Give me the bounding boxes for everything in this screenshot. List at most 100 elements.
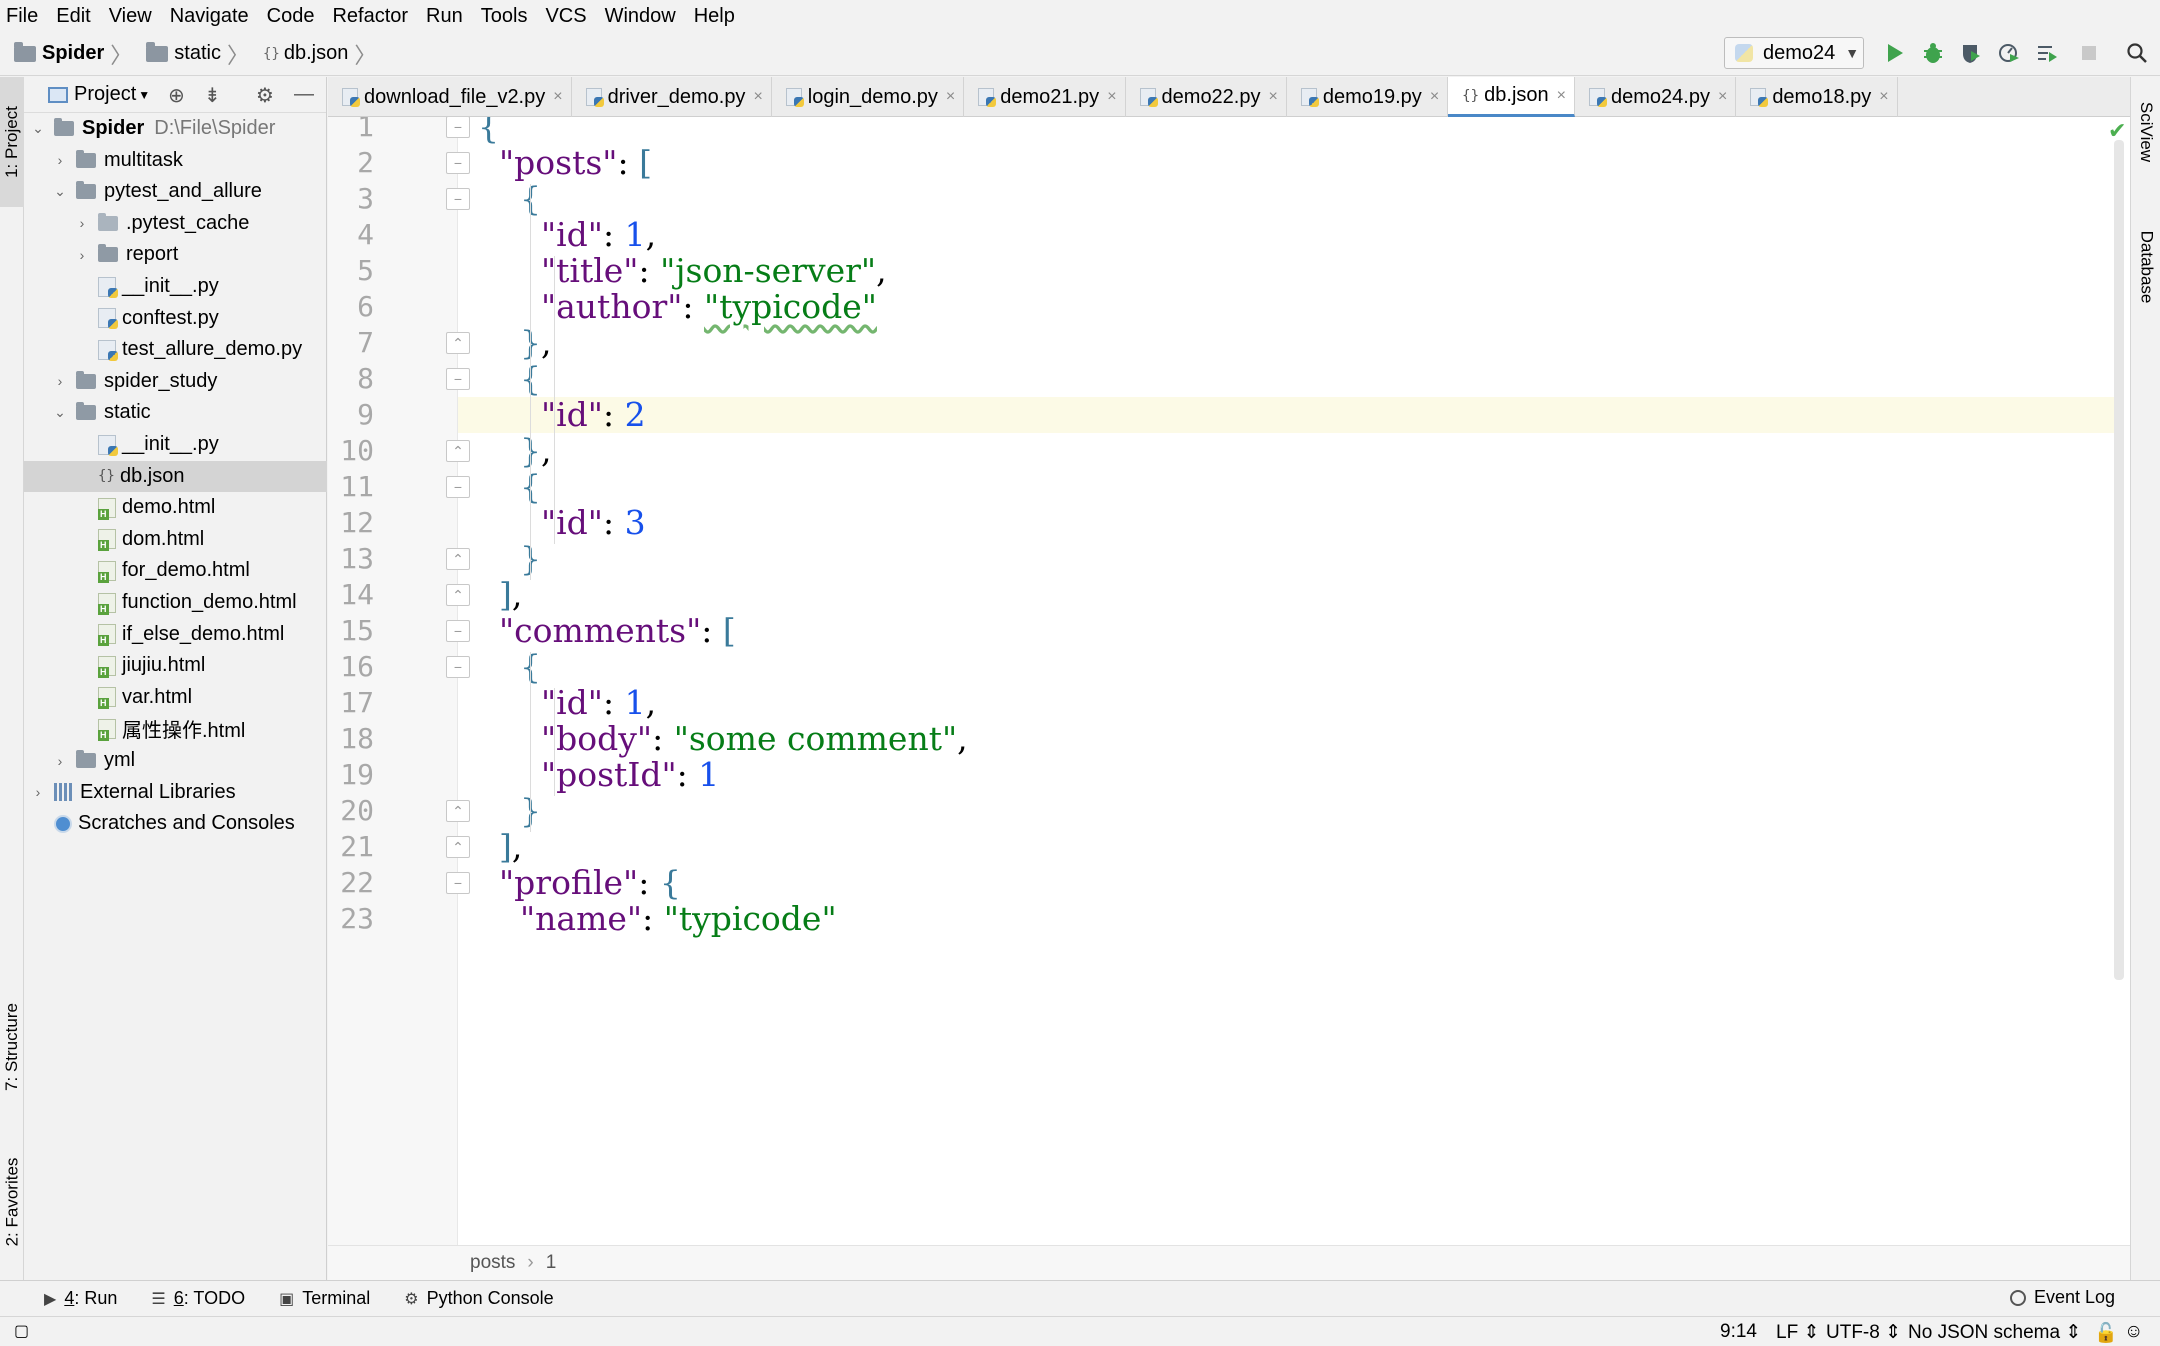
profile-icon[interactable]	[1996, 40, 2022, 66]
close-icon[interactable]: ×	[946, 88, 955, 106]
tree-item[interactable]: if_else_demo.html	[24, 619, 327, 650]
tree-item[interactable]: __init__.py	[24, 271, 327, 302]
editor-tab[interactable]: login_demo.py ×	[772, 77, 965, 117]
fold-collapse-icon[interactable]: −	[446, 368, 470, 390]
run-icon[interactable]	[1882, 40, 1908, 66]
close-icon[interactable]: ×	[1107, 88, 1116, 106]
close-icon[interactable]: ×	[1879, 88, 1888, 106]
close-icon[interactable]: ×	[1718, 88, 1727, 106]
menu-run[interactable]: Run	[426, 5, 463, 28]
inspector-icon[interactable]: ☺	[2124, 1321, 2143, 1343]
menu-window[interactable]: Window	[605, 5, 676, 28]
fold-collapse-icon[interactable]: −	[446, 117, 470, 138]
line-number[interactable]: 23	[328, 894, 374, 944]
tool-window-run[interactable]: ▶ 4: Run	[44, 1288, 117, 1309]
breadcrumb-db-json[interactable]: {} db.json 〉	[263, 38, 376, 70]
tree-item[interactable]: __init__.py	[24, 429, 327, 460]
line-separator[interactable]: LF ⇕	[1776, 1321, 1819, 1344]
editor-tab[interactable]: {} db.json ×	[1448, 77, 1575, 117]
tree-item[interactable]: 属性操作.html	[24, 713, 327, 744]
close-icon[interactable]: ×	[553, 88, 562, 106]
tree-item[interactable]: test_allure_demo.py	[24, 334, 327, 365]
breadcrumb-spider[interactable]: Spider 〉	[14, 38, 132, 70]
fold-end-icon[interactable]: ⌃	[446, 836, 470, 858]
json-schema-selector[interactable]: No JSON schema ⇕	[1908, 1321, 2081, 1344]
close-icon[interactable]: ×	[1430, 88, 1439, 106]
tool-window-terminal[interactable]: ▣ Terminal	[279, 1288, 370, 1309]
tree-item[interactable]: ⌄ static	[24, 397, 327, 428]
close-icon[interactable]: ×	[1557, 87, 1566, 105]
caret-position[interactable]: 9:14	[1720, 1321, 1757, 1343]
search-icon[interactable]	[2124, 40, 2150, 66]
coverage-icon[interactable]	[1958, 40, 1984, 66]
file-encoding[interactable]: UTF-8 ⇕	[1826, 1321, 1901, 1344]
tree-item[interactable]: › yml	[24, 745, 327, 776]
fold-end-icon[interactable]: ⌃	[446, 332, 470, 354]
tree-item[interactable]: › multitask	[24, 145, 327, 176]
chevron-down-icon[interactable]: ⌄	[52, 404, 68, 421]
menu-code[interactable]: Code	[267, 5, 315, 28]
tree-item[interactable]: › spider_study	[24, 366, 327, 397]
editor-tab[interactable]: demo21.py ×	[964, 77, 1126, 117]
editor-breadcrumb-index[interactable]: 1	[546, 1252, 557, 1274]
hide-panel-icon[interactable]: —	[294, 83, 314, 106]
editor-tab[interactable]: demo22.py ×	[1126, 77, 1287, 117]
gear-icon[interactable]: ⚙	[256, 83, 274, 108]
tree-item[interactable]: dom.html	[24, 524, 327, 555]
menu-navigate[interactable]: Navigate	[170, 5, 249, 28]
tree-item[interactable]: for_demo.html	[24, 555, 327, 586]
chevron-down-icon[interactable]: ▼	[138, 88, 150, 102]
tree-item[interactable]: var.html	[24, 682, 327, 713]
locate-file-icon[interactable]: ⊕	[168, 83, 185, 108]
tree-item[interactable]: › External Libraries	[24, 777, 327, 808]
tree-item[interactable]: Scratches and Consoles	[24, 808, 327, 839]
tree-item[interactable]: jiujiu.html	[24, 650, 327, 681]
tool-window-todo[interactable]: ☰ 6: TODO	[151, 1288, 245, 1309]
sciview-tool-tab[interactable]: SciView	[2131, 77, 2160, 187]
structure-tool-tab[interactable]: 7: Structure	[0, 977, 24, 1117]
fold-end-icon[interactable]: ⌃	[446, 584, 470, 606]
fold-collapse-icon[interactable]: −	[446, 188, 470, 210]
chevron-right-icon[interactable]: ›	[52, 753, 68, 769]
chevron-right-icon[interactable]: ›	[52, 373, 68, 389]
tree-item[interactable]: › report	[24, 239, 327, 270]
tree-item[interactable]: › .pytest_cache	[24, 208, 327, 239]
tree-item[interactable]: demo.html	[24, 492, 327, 523]
chevron-right-icon[interactable]: ›	[52, 152, 68, 168]
tree-item[interactable]: {} db.json	[24, 460, 327, 492]
favorites-tool-tab[interactable]: 2: Favorites	[0, 1127, 24, 1277]
tree-item[interactable]: function_demo.html	[24, 587, 327, 618]
chevron-down-icon[interactable]: ⌄	[30, 120, 46, 137]
debug-icon[interactable]	[1920, 40, 1946, 66]
fold-collapse-icon[interactable]: −	[446, 476, 470, 498]
fold-end-icon[interactable]: ⌃	[446, 800, 470, 822]
editor-tab[interactable]: driver_demo.py ×	[572, 77, 772, 117]
chevron-down-icon[interactable]: ⌄	[52, 183, 68, 200]
lock-icon[interactable]: 🔓	[2094, 1321, 2118, 1345]
menu-edit[interactable]: Edit	[56, 5, 90, 28]
code-editor[interactable]: 1 2 3 4 5 6 7 8 9 10 11 12 13 14 15 16 17 18 19 20 21 22 23 { …	[328, 117, 2130, 1245]
menu-help[interactable]: Help	[694, 5, 735, 28]
menu-view[interactable]: View	[109, 5, 152, 28]
run-configuration-select[interactable]: demo24 ▼	[1724, 37, 1864, 69]
fold-collapse-icon[interactable]: −	[446, 152, 470, 174]
fold-collapse-icon[interactable]: −	[446, 656, 470, 678]
editor-tab[interactable]: demo18.py ×	[1736, 77, 1898, 117]
toggle-tool-windows-icon[interactable]: ▢	[14, 1321, 29, 1341]
editor-scrollbar[interactable]	[2114, 140, 2124, 980]
menu-file[interactable]: File	[6, 5, 38, 28]
project-view-selector[interactable]: Project	[74, 83, 136, 106]
collapse-all-icon[interactable]: ⇟	[204, 83, 221, 108]
fold-collapse-icon[interactable]: −	[446, 872, 470, 894]
close-icon[interactable]: ×	[1269, 88, 1278, 106]
menu-refactor[interactable]: Refactor	[332, 5, 408, 28]
fold-end-icon[interactable]: ⌃	[446, 548, 470, 570]
tool-window-pythonconsole[interactable]: ⚙ Python Console	[404, 1288, 553, 1309]
editor-breadcrumb-posts[interactable]: posts	[470, 1252, 515, 1274]
tree-item[interactable]: ⌄ Spider D:\File\Spider	[24, 113, 327, 144]
breadcrumb-static[interactable]: static 〉	[146, 38, 249, 70]
event-log-button[interactable]: Event Log	[2010, 1287, 2115, 1308]
fold-collapse-icon[interactable]: −	[446, 620, 470, 642]
tree-item[interactable]: ⌄ pytest_and_allure	[24, 176, 327, 207]
chevron-right-icon[interactable]: ›	[74, 247, 90, 263]
